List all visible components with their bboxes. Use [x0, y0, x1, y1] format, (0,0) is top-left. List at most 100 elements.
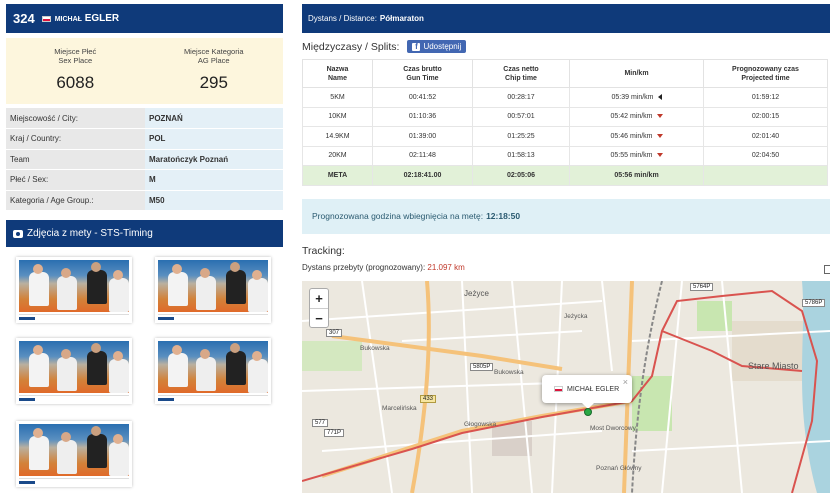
splits-table: Nazwa Name Czas brutto Gun Time Czas netto… — [302, 59, 828, 186]
runner-map-popup: MICHAŁ EGLER × — [542, 375, 632, 409]
pace-trend-down-icon — [656, 114, 663, 119]
split-row-finish: META 02:18:41.00 02:05:06 05:56 min/km — [302, 165, 828, 186]
runner-position-marker[interactable] — [584, 408, 592, 416]
info-row-team: Team Maratończyk Poznań — [6, 149, 283, 170]
info-value: M50 — [145, 190, 283, 211]
map-park — [302, 341, 362, 371]
split-gun-time: 02:18:41.00 — [372, 165, 473, 186]
fullscreen-icon[interactable] — [824, 265, 830, 274]
pace-trend-down-icon — [656, 153, 663, 158]
sex-place: Miejsce Płeć Sex Place 6088 — [6, 38, 145, 104]
road-shield: 577 — [312, 419, 329, 427]
split-name: 14.9KM — [302, 126, 373, 147]
pace-trend-left-icon — [657, 93, 662, 100]
photo-caption-bar — [158, 395, 268, 403]
info-row-category: Kategoria / Age Group.: M50 — [6, 190, 283, 211]
tracking-map[interactable]: + − Jeżyce Jeżycka Bukowska Bukowska Sta… — [302, 281, 830, 493]
split-name: 20KM — [302, 145, 373, 166]
finish-photo — [158, 260, 268, 312]
photo-caption-bar — [19, 314, 129, 322]
runner-panel: 324 MICHAŁ EGLER Miejsce Płeć Sex Place … — [6, 4, 283, 247]
runner-last-name: EGLER — [84, 13, 120, 24]
distance-header: Dystans / Distance: Półmaraton — [302, 4, 830, 33]
info-value: M — [145, 169, 283, 191]
col-header-gun-time: Czas brutto Gun Time — [372, 59, 473, 88]
zoom-in-button[interactable]: + — [310, 289, 328, 308]
predicted-finish-time: 12:18:50 — [486, 211, 521, 221]
photos-title: Zdjęcia z mety - STS-Timing — [27, 228, 153, 239]
map-label-most-dworcowy: Most Dworcowy — [590, 425, 636, 432]
poland-flag-icon — [554, 386, 563, 392]
split-name: 5KM — [302, 87, 373, 108]
camera-icon — [13, 229, 23, 238]
map-label-bukowska: Bukowska — [360, 345, 390, 352]
results-panel: Dystans / Distance: Półmaraton Międzycza… — [302, 4, 830, 274]
splits-title: Międzyczasy / Splits: — [302, 40, 400, 53]
split-row: 20KM 02:11:48 01:58:13 05:55 min/km 02:0… — [302, 145, 828, 166]
photo-caption-bar — [158, 314, 268, 322]
info-key: Kraj / Country: — [6, 128, 145, 150]
finish-photo — [19, 260, 129, 312]
split-projected: 02:00:15 — [703, 106, 828, 127]
map-river — [802, 281, 830, 493]
photo-caption-bar — [19, 395, 129, 403]
distance-label: Dystans / Distance: — [308, 14, 377, 23]
distance-covered-label: Dystans przebyty (prognozowany): — [302, 262, 426, 272]
col-header-projected: Prognozowany czas Projected time — [703, 59, 828, 88]
info-value: POZNAŃ — [145, 108, 283, 129]
info-key: Kategoria / Age Group.: — [6, 190, 145, 211]
predicted-finish-box: Prognozowana godzina wbiegnięcia na metę… — [302, 198, 830, 234]
split-gun-time: 02:11:48 — [372, 145, 473, 166]
ag-place-label-pl: Miejsce Kategoria — [183, 47, 244, 56]
zoom-out-button[interactable]: − — [310, 308, 328, 327]
zoom-control: + − — [309, 288, 329, 328]
runner-header: 324 MICHAŁ EGLER — [6, 4, 283, 33]
split-chip-time: 00:28:17 — [472, 87, 570, 108]
info-value: POL — [145, 128, 283, 150]
splits-header-row: Nazwa Name Czas brutto Gun Time Czas netto… — [302, 59, 828, 88]
poland-flag-icon — [41, 15, 51, 22]
split-gun-time: 01:39:00 — [372, 126, 473, 147]
places-box: Miejsce Płeć Sex Place 6088 Miejsce Kate… — [6, 38, 283, 104]
photos-header: Zdjęcia z mety - STS-Timing — [6, 220, 283, 247]
info-value: Maratończyk Poznań — [145, 149, 283, 170]
info-key: Płeć / Sex: — [6, 169, 145, 191]
info-row-country: Kraj / Country: POL — [6, 128, 283, 150]
road-shield: 5764P — [690, 283, 714, 291]
road-shield: 5805P — [470, 363, 494, 371]
share-label: Udostępnij — [423, 42, 462, 51]
runner-info-table: Miejscowość / City: POZNAŃ Kraj / Country… — [6, 108, 283, 211]
split-projected: 02:01:40 — [703, 126, 828, 147]
finish-photo-thumbnail[interactable] — [155, 257, 271, 323]
info-key: Miejscowość / City: — [6, 108, 145, 129]
finish-photo-thumbnail[interactable] — [16, 421, 132, 487]
info-key: Team — [6, 149, 145, 170]
finish-photo-thumbnail[interactable] — [16, 257, 132, 323]
close-icon[interactable]: × — [623, 377, 628, 387]
map-label-jezyce: Jeżyce — [464, 289, 489, 298]
runner-first-name: MICHAŁ — [54, 16, 82, 23]
finish-photo-thumbnail[interactable] — [16, 338, 132, 404]
split-chip-time: 00:57:01 — [472, 106, 570, 127]
info-row-city: Miejscowość / City: POZNAŃ — [6, 108, 283, 129]
split-pace: 05:46 min/km — [569, 126, 704, 147]
col-header-name: Nazwa Name — [302, 59, 373, 88]
finish-photo-thumbnail[interactable] — [155, 338, 271, 404]
split-gun-time: 01:10:36 — [372, 106, 473, 127]
tracking-title: Tracking: — [302, 244, 345, 257]
distance-covered: Dystans przebyty (prognozowany): 21.097 … — [302, 263, 830, 272]
split-pace: 05:42 min/km — [569, 106, 704, 127]
map-label-marcelinska: Marcelińska — [382, 405, 417, 412]
pace-trend-down-icon — [656, 133, 663, 138]
road-shield: 307 — [326, 329, 343, 337]
split-name: 10KM — [302, 106, 373, 127]
share-button[interactable]: f Udostępnij — [407, 40, 467, 53]
sex-place-label-pl: Miejsce Płeć — [54, 47, 97, 56]
split-chip-time: 02:05:06 — [472, 165, 570, 186]
split-pace: 05:39 min/km — [569, 87, 704, 108]
ag-place-label-en: AG Place — [197, 56, 230, 65]
photo-caption-bar — [19, 478, 129, 486]
sex-place-value: 6088 — [56, 73, 95, 92]
split-name: META — [302, 165, 373, 186]
road-shield: 433 — [420, 395, 437, 403]
